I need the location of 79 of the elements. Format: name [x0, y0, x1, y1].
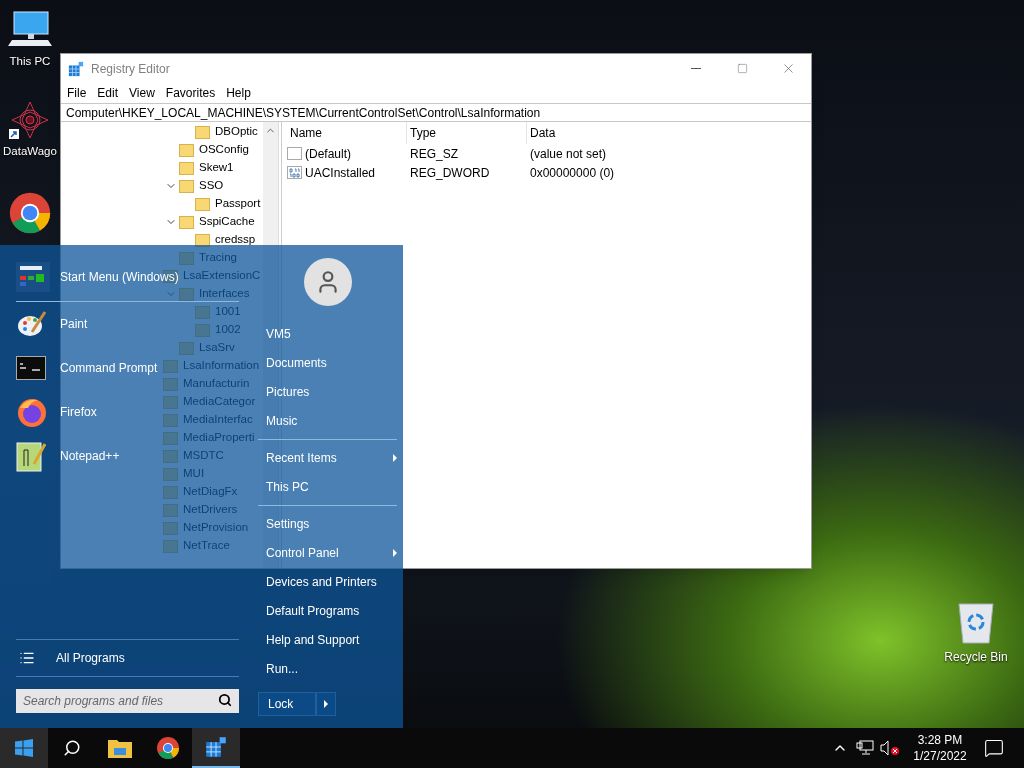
recycle-bin-icon [956, 602, 996, 644]
program-item[interactable]: Firefox [60, 403, 97, 421]
value-data: (value not set) [529, 145, 607, 163]
maximize-icon [736, 63, 748, 74]
network-icon[interactable] [856, 740, 874, 756]
tree-item[interactable]: SspiCache [199, 213, 255, 231]
column-header[interactable]: Type [407, 122, 527, 144]
submenu-arrow-icon [393, 453, 397, 462]
notification-icon[interactable] [984, 738, 1004, 758]
menu-item[interactable]: Edit [93, 84, 123, 102]
string-value-icon [287, 147, 302, 160]
desktop-icon-label[interactable]: This PC [9, 54, 51, 69]
menu-item[interactable]: Help [222, 84, 255, 102]
menu-item[interactable]: View [125, 84, 159, 102]
start-menu-link[interactable]: Documents [266, 353, 327, 372]
console-icon [16, 356, 46, 380]
minimize-icon [691, 68, 701, 69]
tree-item[interactable]: Skew1 [199, 159, 234, 177]
chrome-icon [156, 736, 180, 760]
submenu-arrow-icon [393, 548, 397, 557]
user-avatar[interactable] [303, 258, 352, 306]
start-menu-link[interactable]: Default Programs [266, 601, 360, 620]
speaker-icon[interactable] [880, 740, 900, 756]
power-options-button[interactable] [316, 692, 336, 716]
start-menu-link[interactable]: Devices and Printers [266, 572, 377, 591]
tree-item[interactable]: credssp [215, 231, 256, 249]
tree-item[interactable]: OSConfig [199, 141, 249, 159]
menu-item[interactable]: File [63, 84, 91, 102]
notepad-icon [16, 440, 46, 472]
start-menu-link[interactable]: Music [266, 411, 298, 430]
window-title: Registry Editor [91, 60, 170, 78]
start-menu-link[interactable]: This PC [266, 477, 309, 496]
search-icon [63, 739, 81, 757]
program-item[interactable]: Notepad++ [60, 447, 120, 465]
registry-cubes-icon [68, 60, 84, 77]
caret-icon [324, 700, 328, 708]
desktop-icon-label[interactable]: DataWago [3, 144, 57, 159]
list-icon [19, 650, 35, 666]
menu-item[interactable]: Favorites [161, 84, 220, 102]
registry-cubes-icon [205, 736, 227, 758]
value-name[interactable]: (Default) [305, 144, 351, 163]
value-type: REG_DWORD [409, 164, 491, 182]
start-menu-link[interactable]: Settings [266, 514, 310, 533]
value-data: 0x00000000 (0) [529, 164, 615, 182]
column-header[interactable]: Name [287, 122, 407, 144]
start-menu-link[interactable]: Run... [266, 659, 298, 678]
taskbar-button[interactable] [192, 728, 240, 768]
clock-date[interactable]: 1/27/2022 [913, 748, 967, 764]
start-menu-link[interactable]: VM5 [266, 324, 291, 343]
start-menu-link[interactable]: Control Panel [266, 543, 339, 562]
start-menu-link[interactable]: Pictures [266, 382, 310, 401]
tree-item[interactable]: Tracing [199, 249, 237, 267]
tree-item[interactable]: NetDiagFx [183, 483, 238, 501]
fox-globe-icon [16, 396, 48, 428]
windows-logo-icon [15, 739, 33, 757]
tree-item[interactable]: Passport [215, 195, 261, 213]
column-header[interactable]: Data [527, 122, 556, 144]
tree-item[interactable]: DBOptic [215, 123, 258, 141]
binary-value-icon [287, 166, 302, 179]
search-field[interactable]: Search programs and files [16, 689, 239, 713]
address-bar[interactable]: Computer\HKEY_LOCAL_MACHINE\SYSTEM\CurrentControlSet\Control\LsaInformation [61, 103, 811, 122]
all-programs-item[interactable]: All Programs [56, 649, 125, 667]
lock-button[interactable]: Lock [258, 692, 316, 716]
start-menu-link[interactable]: Help and Support [266, 630, 360, 649]
search-icon[interactable] [218, 693, 232, 707]
program-item[interactable]: Command Prompt [60, 359, 158, 377]
start-menu-link[interactable]: Recent Items [266, 448, 337, 467]
value-type: REG_SZ [409, 145, 459, 163]
value-name[interactable]: UACInstalled [305, 163, 376, 182]
chrome-icon [7, 190, 52, 235]
start-menu-title[interactable]: Start Menu (Windows) [60, 268, 179, 286]
tree-item[interactable]: MediaCategor [183, 393, 256, 411]
desktop-icon-label[interactable]: Recycle Bin [944, 648, 1008, 666]
tree-item[interactable]: MediaProperti [183, 429, 255, 447]
clock-time[interactable]: 3:28 PM [917, 732, 963, 748]
tree-item[interactable]: SSO [199, 177, 224, 195]
start-tiles-icon [16, 262, 50, 292]
taskbar-button[interactable] [0, 728, 48, 768]
program-item[interactable]: Paint [60, 315, 88, 333]
